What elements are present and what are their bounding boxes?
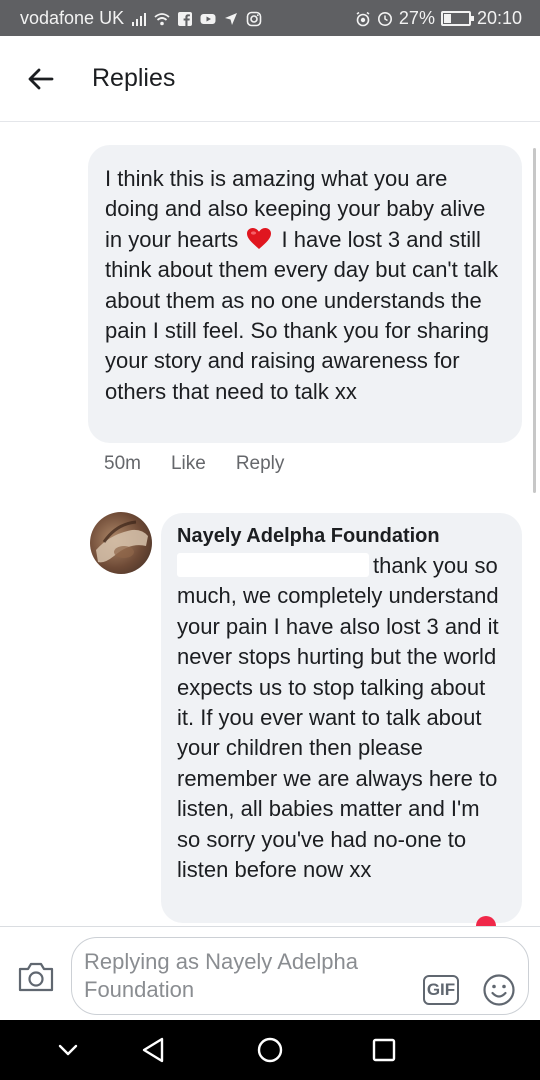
comment-actions: 50m Like Reply (104, 453, 284, 475)
chevron-down-icon[interactable] (50, 1032, 86, 1068)
battery-icon (440, 11, 474, 26)
camera-icon[interactable] (17, 961, 55, 993)
replies-header: Replies (0, 36, 540, 122)
reply-composer: Replying as Nayely Adelpha Foundation GI… (0, 926, 540, 1020)
instagram-icon (246, 11, 262, 26)
status-bar: vodafone UK 27% 20:10 (0, 0, 540, 36)
clock-time: 20:10 (476, 8, 522, 28)
back-triangle-icon[interactable] (136, 1032, 172, 1068)
status-right: 27% 20:10 (355, 8, 522, 29)
avatar-image (96, 520, 148, 563)
heart-emoji-icon (247, 227, 272, 249)
reply-author[interactable]: Nayely Adelpha Foundation (177, 523, 508, 549)
reply-button[interactable]: Reply (236, 453, 285, 475)
page-title: Replies (92, 64, 176, 92)
youtube-icon (200, 13, 216, 24)
reply-bubble[interactable]: Nayely Adelpha Foundation thank you so m… (161, 513, 522, 923)
replies-thread[interactable]: I think this is amazing what you are doi… (0, 123, 540, 926)
battery-level (443, 14, 451, 23)
avatar[interactable] (90, 512, 152, 574)
status-left: vodafone UK (20, 8, 262, 29)
scrollbar[interactable] (533, 148, 536, 493)
recents-square-icon[interactable] (366, 1032, 402, 1068)
system-nav-bar (0, 1020, 540, 1080)
alarm-icon (356, 11, 370, 26)
smiley-icon[interactable] (482, 973, 516, 1007)
signal-icon (132, 12, 147, 26)
redacted-mention (177, 553, 369, 577)
gif-button[interactable]: GIF (423, 975, 459, 1005)
carrier-name: vodafone UK (20, 8, 125, 28)
comment-bubble[interactable]: I think this is amazing what you are doi… (88, 145, 522, 443)
facebook-icon (178, 11, 193, 26)
wifi-icon (154, 12, 170, 25)
reply-text: thank you so much, we completely underst… (177, 553, 499, 883)
battery-percent: 27% (398, 8, 435, 28)
home-circle-icon[interactable] (252, 1032, 288, 1068)
reply-input-placeholder: Replying as Nayely Adelpha Foundation (84, 949, 358, 1002)
clock-icon (377, 11, 392, 26)
comment-timestamp: 50m (104, 453, 141, 474)
location-icon (225, 12, 238, 25)
arrow-left-icon[interactable] (24, 62, 58, 96)
like-button[interactable]: Like (171, 453, 206, 475)
comment-text-part-2: I have lost 3 and still think about them… (105, 226, 499, 404)
reply-input[interactable]: Replying as Nayely Adelpha Foundation GI… (71, 937, 529, 1015)
